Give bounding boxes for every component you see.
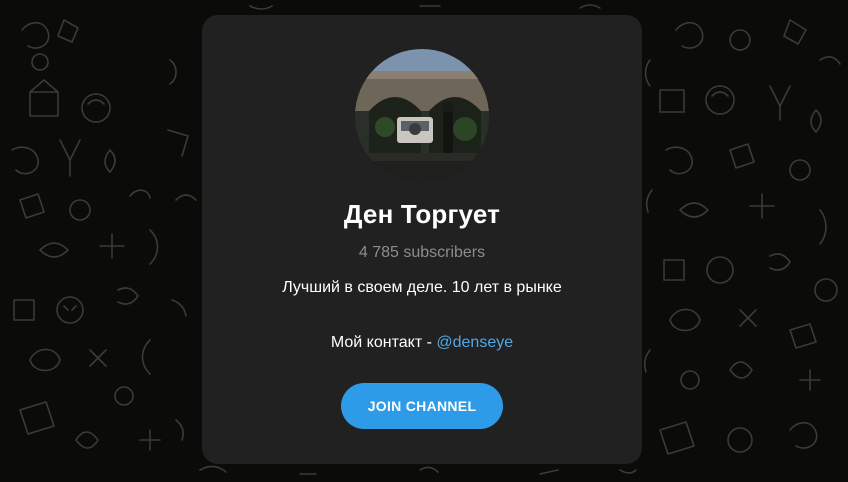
channel-avatar-photo-icon	[355, 49, 489, 183]
channel-card: Ден Торгует 4 785 subscribers Лучший в с…	[202, 15, 642, 464]
contact-line: Мой контакт - @denseye	[202, 334, 642, 352]
channel-avatar	[355, 49, 489, 183]
subscriber-count: 4 785 subscribers	[358, 244, 486, 261]
join-channel-button[interactable]: JOIN CHANNEL	[341, 383, 503, 429]
channel-title: Ден Торгует	[343, 199, 501, 229]
channel-description: Лучший в своем деле. 10 лет в рынке	[282, 279, 562, 296]
contact-prefix: Мой контакт -	[330, 334, 437, 351]
contact-handle-link[interactable]: @denseye	[436, 334, 513, 351]
